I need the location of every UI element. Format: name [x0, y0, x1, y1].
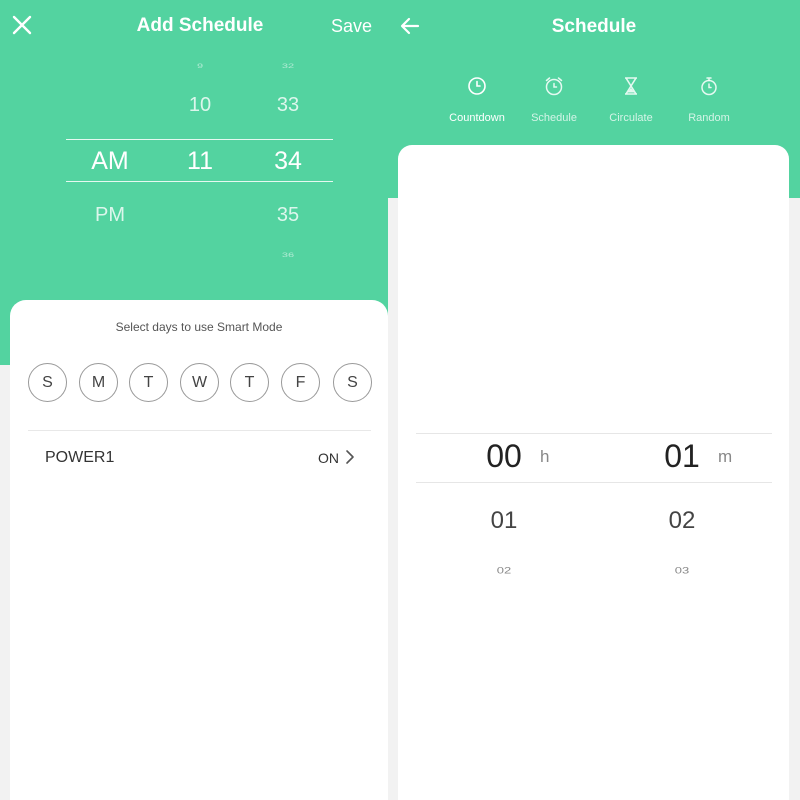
- tab-circulate[interactable]: Circulate: [591, 74, 671, 124]
- tab-label: Countdown: [449, 112, 505, 124]
- alarm-clock-icon: [545, 77, 563, 96]
- clock-icon: [468, 77, 486, 95]
- stopwatch-icon: [701, 77, 717, 96]
- tab-schedule[interactable]: Schedule: [514, 74, 594, 124]
- side-gutter-left: [0, 365, 10, 800]
- tab-label: Schedule: [531, 112, 577, 124]
- tab-random[interactable]: Random: [669, 74, 749, 124]
- hourglass-icon: [625, 77, 637, 95]
- ampm-selected[interactable]: AM: [80, 147, 140, 176]
- minute-option-far[interactable]: 03: [642, 565, 722, 576]
- hour-option-far[interactable]: 02: [464, 565, 544, 576]
- power-label: POWER1: [45, 449, 115, 466]
- day-saturday-button[interactable]: S: [333, 363, 372, 402]
- countdown-card: 00 h 01 02 01 m 02 03: [398, 145, 789, 800]
- ampm-option[interactable]: PM: [80, 204, 140, 227]
- hour-unit: h: [540, 447, 550, 466]
- tab-label: Circulate: [609, 112, 653, 124]
- tab-countdown[interactable]: Countdown: [437, 74, 517, 124]
- minute-option-far[interactable]: 36: [258, 251, 318, 258]
- screenshot-root: Add Schedule Save AM PM 9 10 11 32 33 34…: [0, 0, 800, 800]
- minute-selected[interactable]: 01: [642, 438, 722, 475]
- app-bar: Add Schedule Save: [0, 0, 397, 52]
- days-card: Select days to use Smart Mode S M T W T …: [10, 300, 388, 800]
- minute-selected[interactable]: 34: [258, 147, 318, 176]
- hour-selected[interactable]: 00: [464, 438, 544, 475]
- picker-top-line: [416, 433, 772, 434]
- minute-option[interactable]: 33: [258, 94, 318, 117]
- picker-bottom-line: [416, 482, 772, 483]
- side-gutter-right: [788, 198, 800, 800]
- add-schedule-screen: Add Schedule Save AM PM 9 10 11 32 33 34…: [0, 0, 397, 800]
- hour-option[interactable]: 10: [170, 94, 230, 117]
- page-title: Schedule: [551, 16, 637, 37]
- day-friday-button[interactable]: F: [281, 363, 320, 402]
- day-wednesday-button[interactable]: W: [180, 363, 219, 402]
- minute-option-far[interactable]: 32: [258, 62, 318, 69]
- day-sunday-button[interactable]: S: [28, 363, 67, 402]
- picker-top-line: [66, 139, 333, 140]
- day-tuesday-button[interactable]: T: [129, 363, 168, 402]
- save-button[interactable]: Save: [331, 16, 372, 37]
- tab-label: Random: [688, 112, 730, 124]
- day-thursday-button[interactable]: T: [230, 363, 269, 402]
- power-value: ON: [318, 450, 339, 466]
- days-label: Select days to use Smart Mode: [115, 320, 283, 334]
- schedule-screen: Schedule Countdown Schedule Circulate Ra…: [388, 0, 800, 800]
- divider: [28, 430, 371, 431]
- minute-unit: m: [718, 447, 733, 466]
- hour-option[interactable]: 01: [464, 507, 544, 535]
- hour-option-far[interactable]: 9: [170, 62, 230, 69]
- chevron-right-icon: [343, 447, 357, 467]
- hour-selected[interactable]: 11: [170, 147, 230, 176]
- picker-bottom-line: [66, 181, 333, 182]
- minute-option[interactable]: 02: [642, 507, 722, 535]
- minute-option[interactable]: 35: [258, 204, 318, 227]
- day-monday-button[interactable]: M: [79, 363, 118, 402]
- days-row: S M T W T F S: [28, 363, 373, 403]
